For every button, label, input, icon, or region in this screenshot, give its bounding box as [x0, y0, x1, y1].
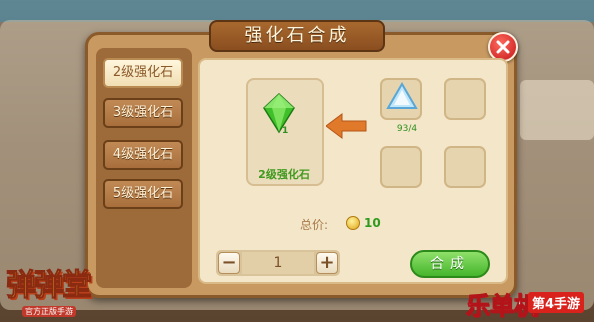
background-top-bar: [0, 0, 594, 22]
price-label: 总价:: [300, 218, 329, 232]
decrease-button[interactable]: −: [218, 252, 240, 274]
dialog-title: 强化石合成: [209, 20, 385, 52]
site-logo-tag: 第4手游: [528, 292, 585, 313]
increase-button[interactable]: +: [316, 252, 338, 274]
material-slot-3[interactable]: [380, 146, 422, 188]
quantity-value[interactable]: 1: [242, 252, 314, 274]
tab-level-5[interactable]: 5级强化石: [103, 179, 183, 209]
green-gem-icon: [263, 92, 295, 134]
material-slot-4[interactable]: [444, 146, 486, 188]
synthesize-button[interactable]: 合成: [410, 250, 490, 278]
material-slot-2[interactable]: [444, 78, 486, 120]
blue-crystal-icon: [386, 82, 418, 109]
arrow-left-icon: [326, 113, 367, 139]
price-value: 10: [364, 216, 381, 230]
game-logo: 弹弹堂: [6, 268, 93, 304]
tab-level-2[interactable]: 2级强化石: [103, 58, 183, 88]
result-name: 2级强化石: [258, 168, 310, 181]
background-side-panel: [520, 80, 594, 140]
tab-level-3[interactable]: 3级强化石: [103, 98, 183, 128]
game-logo-subtitle: 官方正版手游: [22, 306, 76, 317]
close-icon: [496, 40, 510, 54]
coin-icon: [346, 216, 360, 230]
tab-level-4[interactable]: 4级强化石: [103, 140, 183, 170]
material-count: 93/4: [396, 124, 418, 134]
result-count: 1: [282, 126, 289, 136]
